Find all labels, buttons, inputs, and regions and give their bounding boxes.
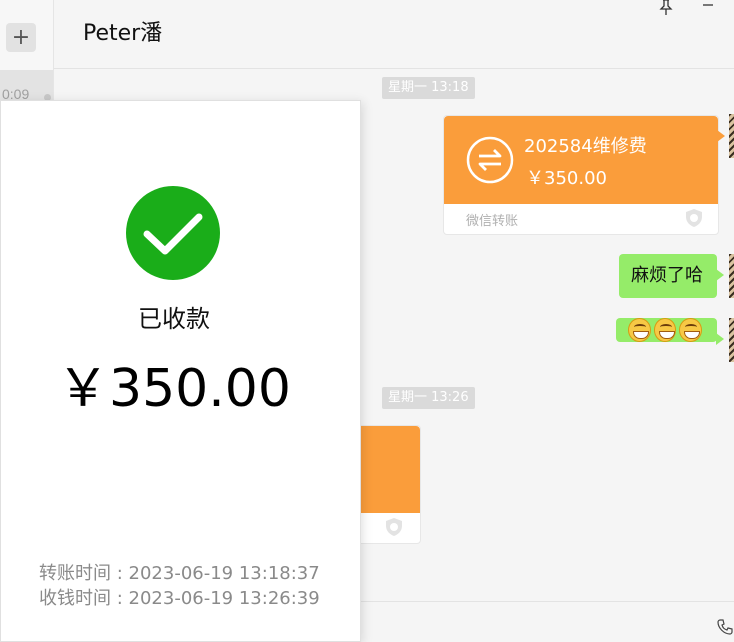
message-timestamp: 星期一 13:26	[382, 387, 475, 409]
success-check-icon	[126, 186, 220, 280]
pin-icon[interactable]	[656, 0, 676, 16]
phone-icon[interactable]	[716, 618, 734, 636]
emoji-message-bubble[interactable]	[616, 318, 724, 345]
avatar[interactable]	[729, 254, 734, 298]
input-divider	[358, 601, 734, 602]
transfer-time-value: 2023-06-19 13:18:37	[128, 563, 320, 584]
shield-icon	[686, 209, 702, 227]
receive-time-label: 收钱时间	[39, 588, 111, 609]
transfer-amount: ￥350.00	[526, 168, 607, 189]
text-message-bubble[interactable]: 麻烦了哈	[619, 254, 724, 298]
transfer-message-card[interactable]: 202584维修费 ￥350.00 微信转账	[443, 115, 725, 235]
grinning-face-emoji-icon	[653, 318, 677, 342]
chat-header: Peter潘	[54, 0, 734, 69]
receive-time-value: 2023-06-19 13:26:39	[128, 588, 320, 609]
grinning-face-emoji-icon	[628, 318, 651, 342]
transfer-time-label: 转账时间	[39, 563, 111, 584]
receive-time-row: 收钱时间 : 2023-06-19 13:26:39	[39, 588, 320, 609]
transfer-message-card[interactable]	[358, 425, 421, 544]
message-text: 麻烦了哈	[631, 265, 703, 286]
transfer-receipt-popup: 已收款 ￥350.00 转账时间 : 2023-06-19 13:18:37 收…	[0, 100, 361, 642]
minimize-icon[interactable]	[698, 0, 718, 16]
transfer-footer-label: 微信转账	[466, 214, 519, 229]
avatar[interactable]	[729, 318, 734, 362]
chat-title: Peter潘	[83, 21, 163, 46]
shield-icon	[386, 518, 402, 536]
avatar[interactable]	[729, 114, 734, 158]
transfer-time-row: 转账时间 : 2023-06-19 13:18:37	[39, 563, 320, 584]
message-timestamp: 星期一 13:18	[382, 77, 475, 99]
receipt-amount: ￥350.00	[57, 359, 291, 419]
transfer-arrows-icon	[466, 136, 514, 184]
transfer-card-header	[359, 426, 420, 513]
receipt-status: 已收款	[138, 305, 210, 333]
add-button[interactable]: +	[6, 23, 36, 52]
transfer-title: 202584维修费	[524, 136, 647, 157]
grinning-face-emoji-icon	[679, 318, 703, 342]
transfer-card-header: 202584维修费 ￥350.00	[444, 116, 725, 204]
